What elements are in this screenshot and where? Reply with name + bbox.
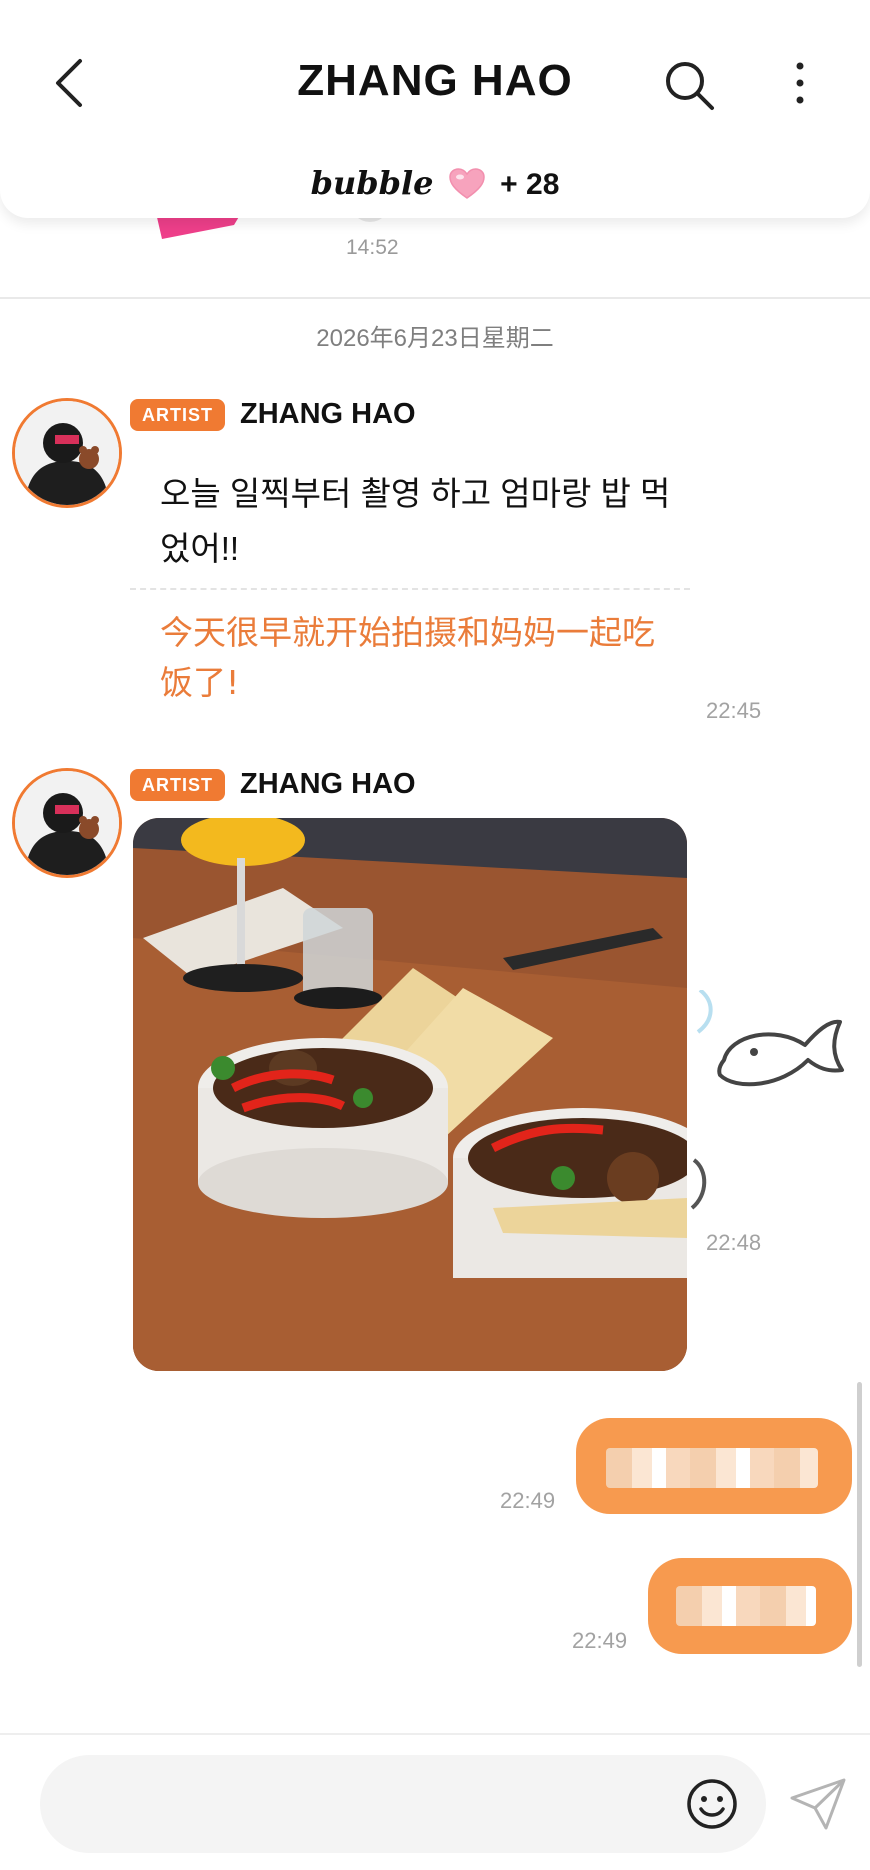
scrollbar[interactable] <box>857 1382 862 1667</box>
food-photo-image <box>133 818 687 1371</box>
message-time: 14:52 <box>346 236 399 259</box>
sender-name: ZHANG HAO <box>240 768 416 800</box>
emoji-icon <box>687 1779 737 1829</box>
avatar-image <box>15 771 119 875</box>
food-photo[interactable] <box>133 818 687 1371</box>
date-separator: 2026年6月23日星期二 <box>316 325 554 352</box>
fish-sticker <box>690 990 844 1210</box>
divider <box>0 297 870 299</box>
send-icon <box>790 1778 846 1830</box>
translation-divider <box>130 588 690 590</box>
message-time: 22:49 <box>572 1628 628 1653</box>
artist-avatar[interactable] <box>12 768 122 878</box>
artist-badge: ARTIST <box>130 769 225 801</box>
artist-badge: ARTIST <box>130 399 225 431</box>
message-input[interactable] <box>40 1755 766 1853</box>
message-time: 22:49 <box>500 1488 556 1513</box>
more-options-button[interactable] <box>786 58 814 108</box>
bubble-subscription-info[interactable]: bubble + 28 <box>0 164 870 202</box>
chat-header: ZHANG HAO bubble + 28 <box>0 0 870 218</box>
chat-title: ZHANG HAO <box>297 56 573 105</box>
heart-icon <box>449 168 485 199</box>
my-message-bubble[interactable] <box>576 1418 852 1514</box>
sender-name: ZHANG HAO <box>240 398 416 430</box>
blurred-text <box>676 1586 816 1626</box>
composer-divider <box>0 1733 870 1735</box>
bubble-logo: bubble <box>310 164 434 202</box>
artist-avatar[interactable] <box>12 398 122 508</box>
my-message-bubble[interactable] <box>648 1558 852 1654</box>
search-button[interactable] <box>662 58 716 112</box>
blurred-text <box>606 1448 818 1488</box>
send-button[interactable] <box>788 1776 848 1832</box>
emoji-button[interactable] <box>686 1778 738 1830</box>
more-icon <box>796 62 804 104</box>
message-text[interactable]: 오늘 일찍부터 촬영 하고 엄마랑 밥 먹었어!! <box>160 466 700 576</box>
search-icon <box>666 62 714 110</box>
message-time: 22:45 <box>706 698 762 723</box>
message-translation: 今天很早就开始拍摄和妈妈一起吃饭了! <box>160 613 655 702</box>
bubble-count: + 28 <box>500 168 560 201</box>
avatar-image <box>15 401 119 505</box>
message-time: 22:48 <box>706 1230 762 1255</box>
